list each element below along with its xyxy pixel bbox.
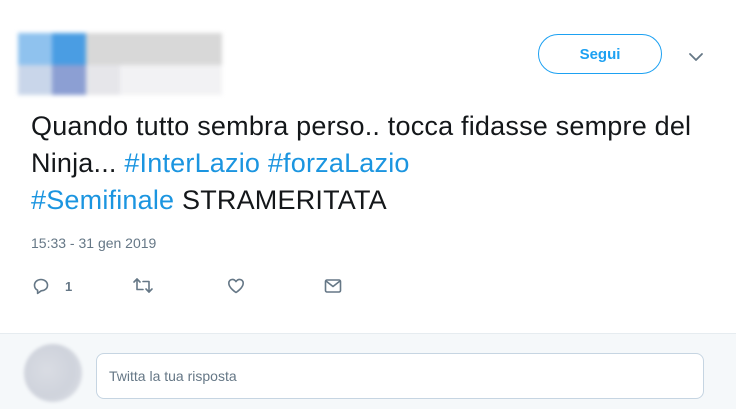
tweet-text-segment xyxy=(260,148,268,178)
tweet-card: Segui Quando tutto sembra perso.. tocca … xyxy=(0,0,736,333)
retweet-icon xyxy=(132,276,154,296)
retweet-button[interactable] xyxy=(132,272,154,300)
author-header-blurred[interactable] xyxy=(18,33,222,95)
chevron-down-icon[interactable] xyxy=(688,50,704,62)
tweet-actions: 1 xyxy=(31,272,371,300)
reply-input[interactable] xyxy=(96,353,704,399)
avatar xyxy=(24,344,82,402)
tweet-text: Quando tutto sembra perso.. tocca fidass… xyxy=(31,108,711,219)
reply-count: 1 xyxy=(65,278,73,294)
like-icon xyxy=(226,276,246,296)
reply-composer xyxy=(0,333,736,409)
direct-message-icon xyxy=(323,276,343,296)
hashtag-link[interactable]: #Semifinale xyxy=(31,185,174,215)
reply-icon xyxy=(31,276,51,296)
reply-button[interactable]: 1 xyxy=(31,272,72,300)
tweet-text-segment: STRAMERITATA xyxy=(174,185,387,215)
hashtag-link[interactable]: #forzaLazio xyxy=(268,148,410,178)
hashtag-link[interactable]: #InterLazio xyxy=(124,148,260,178)
tweet-timestamp[interactable]: 15:33 - 31 gen 2019 xyxy=(31,235,156,251)
follow-button[interactable]: Segui xyxy=(538,34,662,74)
like-button[interactable] xyxy=(226,272,246,300)
direct-message-button[interactable] xyxy=(323,272,343,300)
blurred-author-image xyxy=(18,33,222,95)
